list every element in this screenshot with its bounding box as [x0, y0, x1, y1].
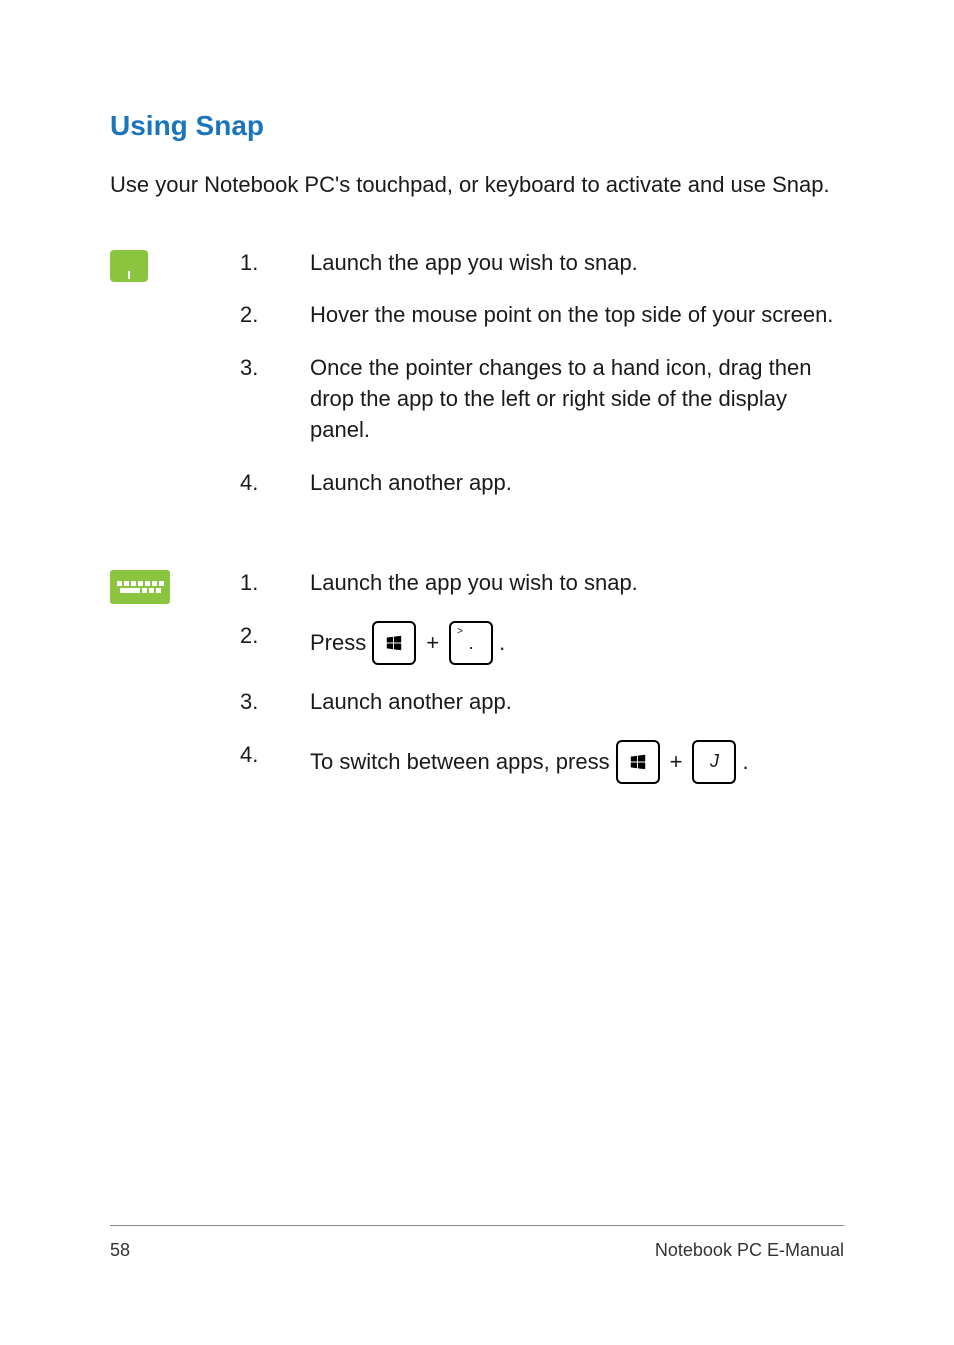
plus-sign: +	[426, 628, 439, 659]
period-key-glyph: .	[469, 634, 474, 652]
keyboard-step: 2. Press + > . .	[240, 621, 844, 665]
step-number: 1.	[240, 248, 310, 279]
step-number: 3.	[240, 687, 310, 718]
touchpad-step: 2. Hover the mouse point on the top side…	[240, 300, 844, 331]
step-text: Launch another app.	[310, 468, 844, 499]
step-number: 4.	[240, 740, 310, 784]
switch-prefix: To switch between apps, press	[310, 747, 610, 778]
keyboard-icon	[110, 570, 170, 604]
windows-key-icon	[372, 621, 416, 665]
press-prefix: Press	[310, 628, 366, 659]
step-text: Launch another app.	[310, 687, 844, 718]
step-number: 1.	[240, 568, 310, 599]
period-key-superscript: >	[457, 625, 463, 639]
touchpad-step: 4. Launch another app.	[240, 468, 844, 499]
j-key-icon: J	[692, 740, 736, 784]
step-text: Once the pointer changes to a hand icon,…	[310, 353, 844, 445]
step-number: 3.	[240, 353, 310, 445]
step-text: Launch the app you wish to snap.	[310, 248, 844, 279]
keyboard-step: 1. Launch the app you wish to snap.	[240, 568, 844, 599]
section-title: Using Snap	[110, 110, 844, 142]
step-text: Press + > . .	[310, 621, 844, 665]
footer-title: Notebook PC E-Manual	[655, 1240, 844, 1261]
step-text: Hover the mouse point on the top side of…	[310, 300, 844, 331]
j-key-glyph: J	[710, 749, 719, 774]
page-number: 58	[110, 1240, 130, 1261]
touchpad-instructions: 1. Launch the app you wish to snap. 2. H…	[110, 248, 844, 521]
sentence-period: .	[499, 628, 505, 659]
period-key-icon: > .	[449, 621, 493, 665]
keyboard-step: 4. To switch between apps, press + J .	[240, 740, 844, 784]
step-text: To switch between apps, press + J .	[310, 740, 844, 784]
keyboard-instructions: 1. Launch the app you wish to snap. 2. P…	[110, 568, 844, 806]
page-footer: 58 Notebook PC E-Manual	[110, 1225, 844, 1261]
step-number: 2.	[240, 300, 310, 331]
step-number: 4.	[240, 468, 310, 499]
touchpad-step: 3. Once the pointer changes to a hand ic…	[240, 353, 844, 445]
keyboard-step: 3. Launch another app.	[240, 687, 844, 718]
touchpad-step: 1. Launch the app you wish to snap.	[240, 248, 844, 279]
step-number: 2.	[240, 621, 310, 665]
touchpad-icon	[110, 250, 148, 282]
plus-sign: +	[670, 747, 683, 778]
intro-text: Use your Notebook PC's touchpad, or keyb…	[110, 170, 844, 200]
sentence-period: .	[742, 747, 748, 778]
windows-key-icon	[616, 740, 660, 784]
step-text: Launch the app you wish to snap.	[310, 568, 844, 599]
